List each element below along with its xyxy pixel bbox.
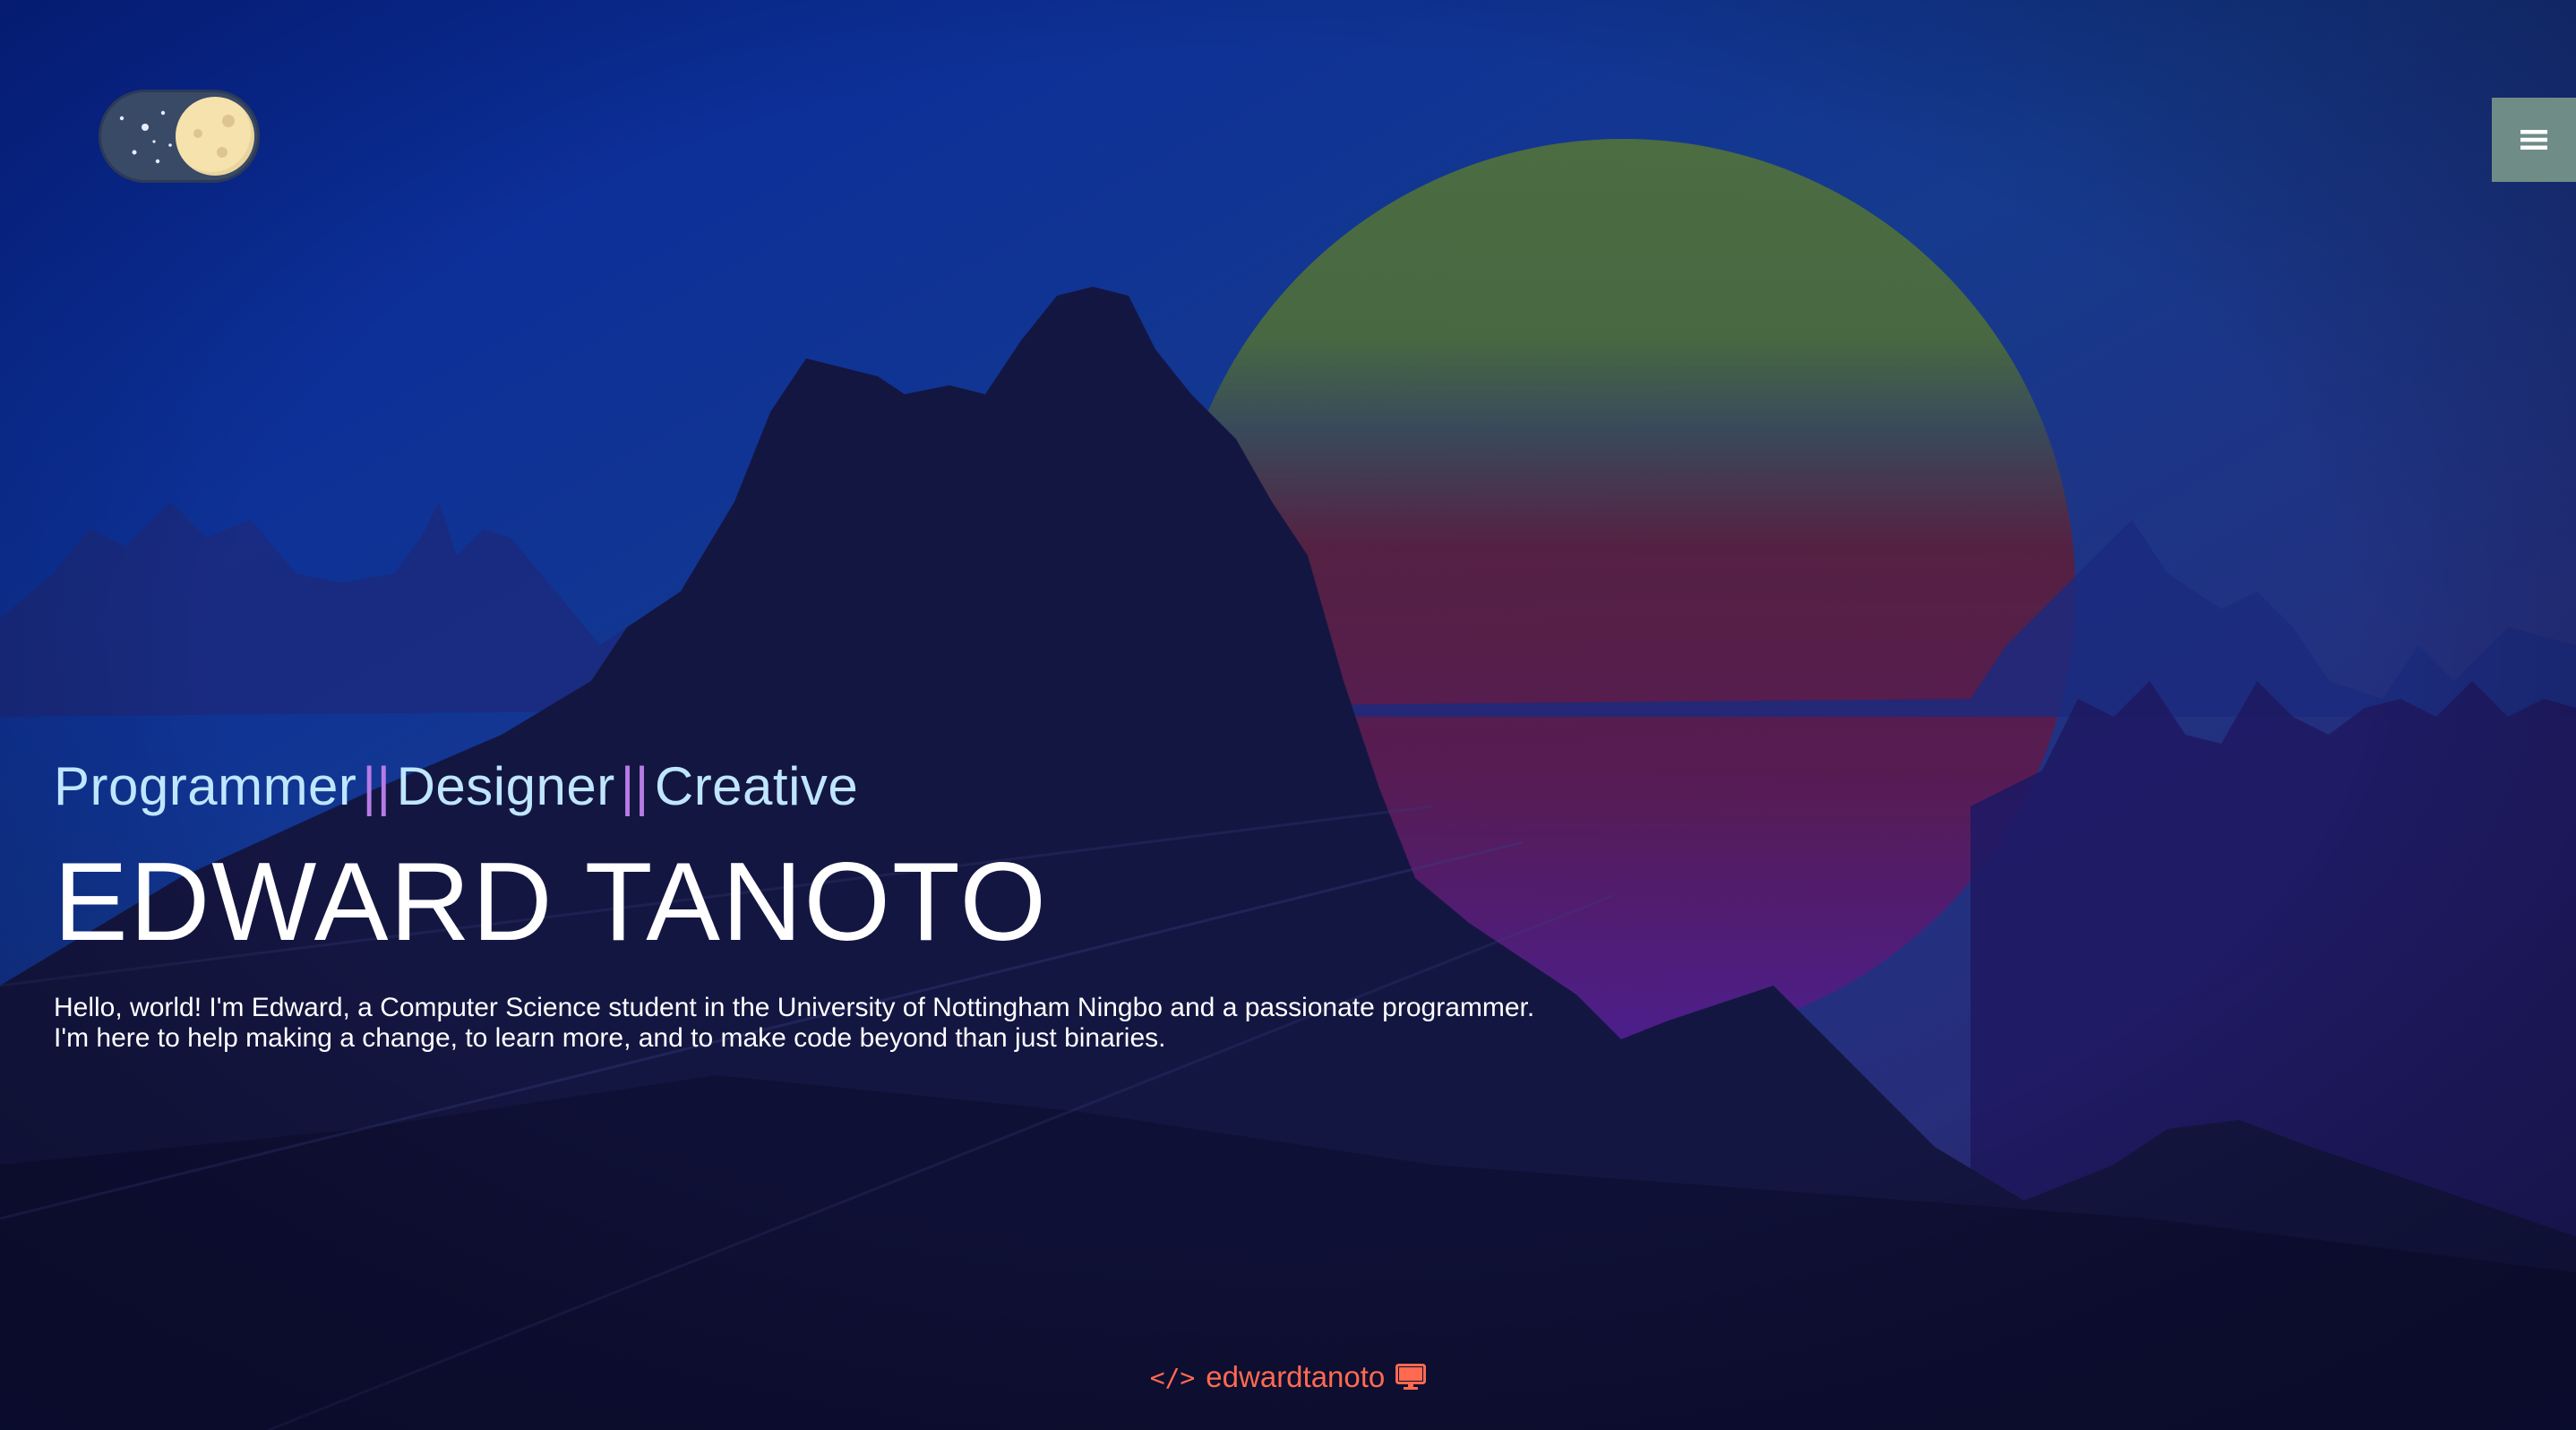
code-icon: </>: [1149, 1362, 1196, 1392]
stars-icon: [119, 110, 172, 164]
footer: </> edwardtanoto: [0, 1360, 2576, 1394]
hero-section: Programmer || Designer || Creative EDWARD TA…: [54, 751, 1534, 1054]
role-designer: Designer: [396, 756, 615, 816]
menu-button[interactable]: [2492, 98, 2576, 182]
hero-bio: Hello, world! I'm Edward, a Computer Sci…: [54, 993, 1534, 1054]
moon-icon: [176, 97, 254, 176]
desktop-icon: [1395, 1364, 1427, 1390]
role-creative: Creative: [654, 756, 859, 816]
roles-line: Programmer || Designer || Creative: [54, 751, 1534, 823]
role-separator: ||: [620, 756, 649, 816]
bio-line: I'm here to help making a change, to lea…: [54, 1023, 1166, 1053]
role-programmer: Programmer: [54, 756, 357, 816]
footer-handle-link[interactable]: edwardtanoto: [1206, 1360, 1385, 1394]
role-separator: ||: [362, 756, 391, 816]
background-scene: [0, 0, 2576, 1430]
hero-name: EDWARD TANOTO: [54, 840, 1048, 964]
theme-toggle[interactable]: [99, 90, 260, 183]
bio-line: Hello, world! I'm Edward, a Computer Sci…: [54, 993, 1535, 1022]
hamburger-menu-icon: [2520, 130, 2547, 150]
